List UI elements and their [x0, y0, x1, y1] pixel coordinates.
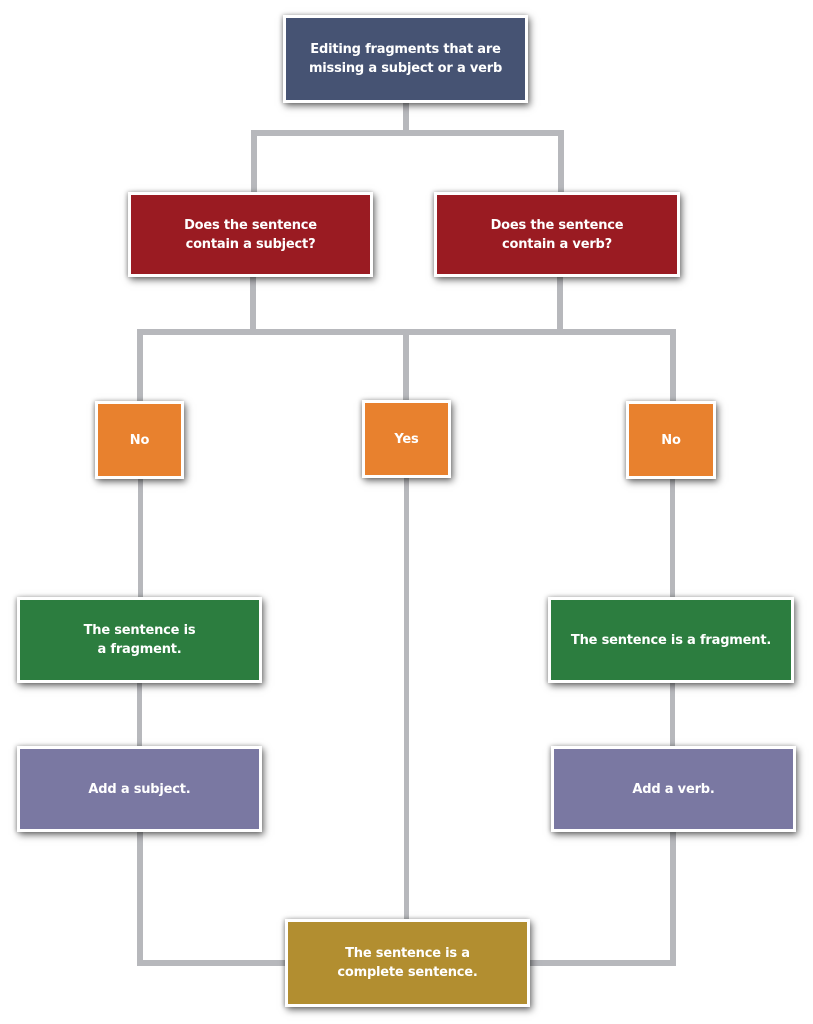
connector-yes-to-complete: [404, 478, 409, 920]
connector-to-q-verb: [558, 130, 564, 194]
add-verb-node: Add a verb.: [551, 746, 796, 832]
question-verb-label: Does the sentence contain a verb?: [490, 217, 624, 252]
fragment-left-label: The sentence is a fragment.: [83, 623, 196, 657]
answer-no-verb-label: No: [661, 432, 681, 448]
connector-to-no-subject: [137, 329, 143, 402]
answer-yes-node: Yes: [362, 400, 451, 478]
answer-yes-label: Yes: [394, 431, 419, 447]
flowchart: Editing fragments that are missing a sub…: [0, 0, 813, 1024]
connector-no-verb-to-fragment: [670, 478, 675, 598]
connector-to-no-verb: [670, 329, 676, 402]
question-subject-label: Does the sentence contain a subject?: [184, 217, 317, 252]
connector-fragment-to-add-verb: [670, 683, 675, 747]
root-node: Editing fragments that are missing a sub…: [283, 15, 528, 103]
connector-root-horizontal: [251, 130, 564, 136]
fragment-right-node: The sentence is a fragment.: [548, 597, 794, 683]
answer-no-subject-node: No: [95, 401, 184, 479]
add-verb-label: Add a verb.: [632, 781, 715, 797]
connector-add-subject-down: [137, 831, 143, 966]
connector-add-verb-down: [670, 831, 676, 966]
connector-q-subject-down: [250, 276, 256, 335]
question-subject-node: Does the sentence contain a subject?: [128, 192, 373, 277]
complete-sentence-label: The sentence is a complete sentence.: [337, 946, 478, 980]
add-subject-node: Add a subject.: [17, 746, 262, 832]
root-node-label: Editing fragments that are missing a sub…: [308, 42, 503, 76]
answer-no-subject-label: No: [129, 432, 150, 448]
fragment-left-node: The sentence is a fragment.: [17, 597, 262, 683]
connector-add-verb-to-complete: [528, 960, 676, 966]
fragment-right-label: The sentence is a fragment.: [570, 632, 772, 648]
answer-no-verb-node: No: [626, 401, 716, 479]
add-subject-label: Add a subject.: [88, 781, 191, 797]
connector-to-yes: [403, 329, 409, 402]
connector-no-subject-to-fragment: [138, 478, 143, 598]
connector-q-verb-down: [557, 276, 563, 335]
connector-to-q-subject: [251, 130, 257, 194]
connector-add-subject-to-complete: [137, 960, 287, 966]
question-verb-node: Does the sentence contain a verb?: [434, 192, 680, 277]
connector-fragment-to-add-subject: [137, 683, 142, 747]
complete-sentence-node: The sentence is a complete sentence.: [285, 919, 530, 1007]
